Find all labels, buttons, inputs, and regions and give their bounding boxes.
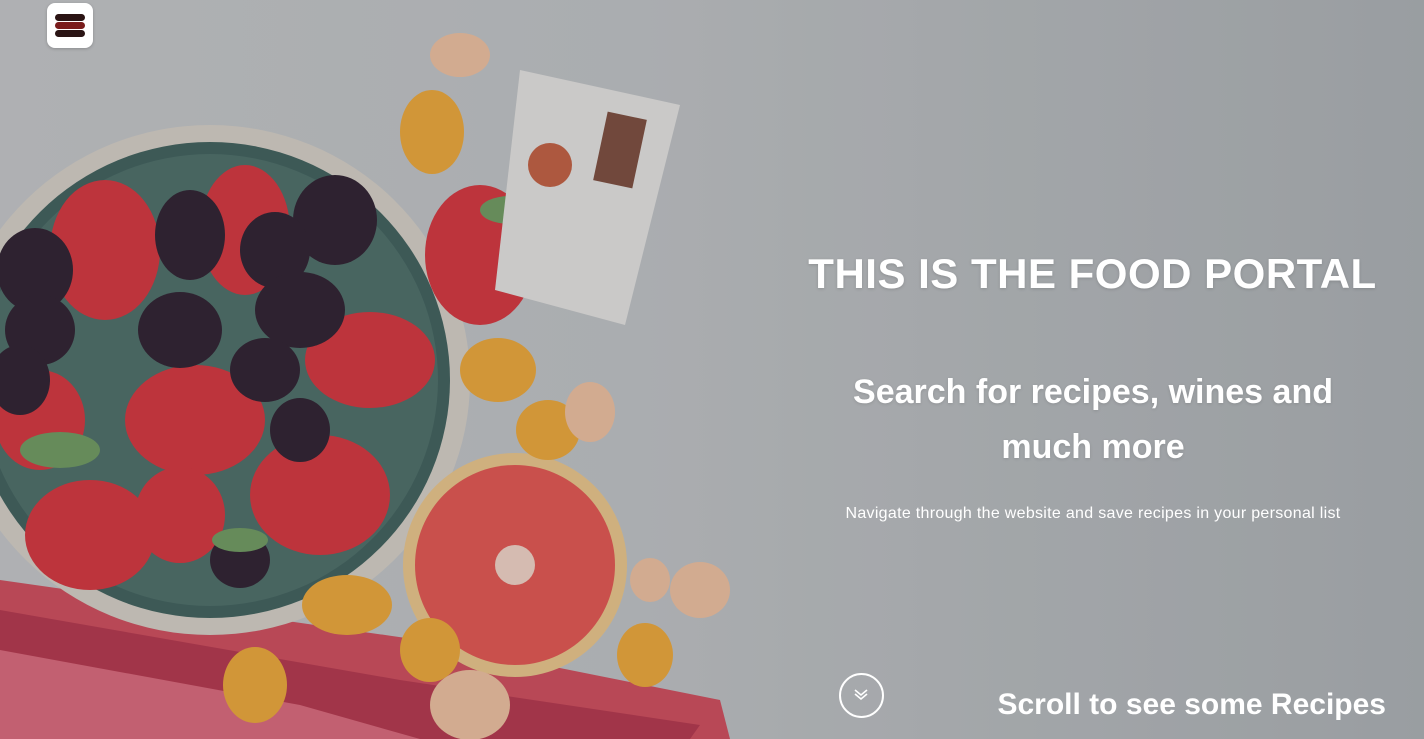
hamburger-menu-button[interactable]: [47, 3, 93, 48]
hamburger-menu-icon: [55, 14, 85, 21]
page-title: THIS IS THE FOOD PORTAL: [808, 250, 1377, 297]
hamburger-menu-icon-bar: [55, 30, 85, 37]
scroll-down-button[interactable]: [839, 673, 884, 718]
hero-subtitle: Search for recipes, wines and much more: [853, 373, 1333, 466]
double-chevron-down-icon: [854, 689, 868, 701]
hamburger-menu-icon-bar: [55, 22, 85, 29]
hero-tagline: Navigate through the website and save re…: [845, 505, 1341, 522]
scroll-to-recipes-link[interactable]: Scroll to see some Recipes: [990, 688, 1386, 722]
